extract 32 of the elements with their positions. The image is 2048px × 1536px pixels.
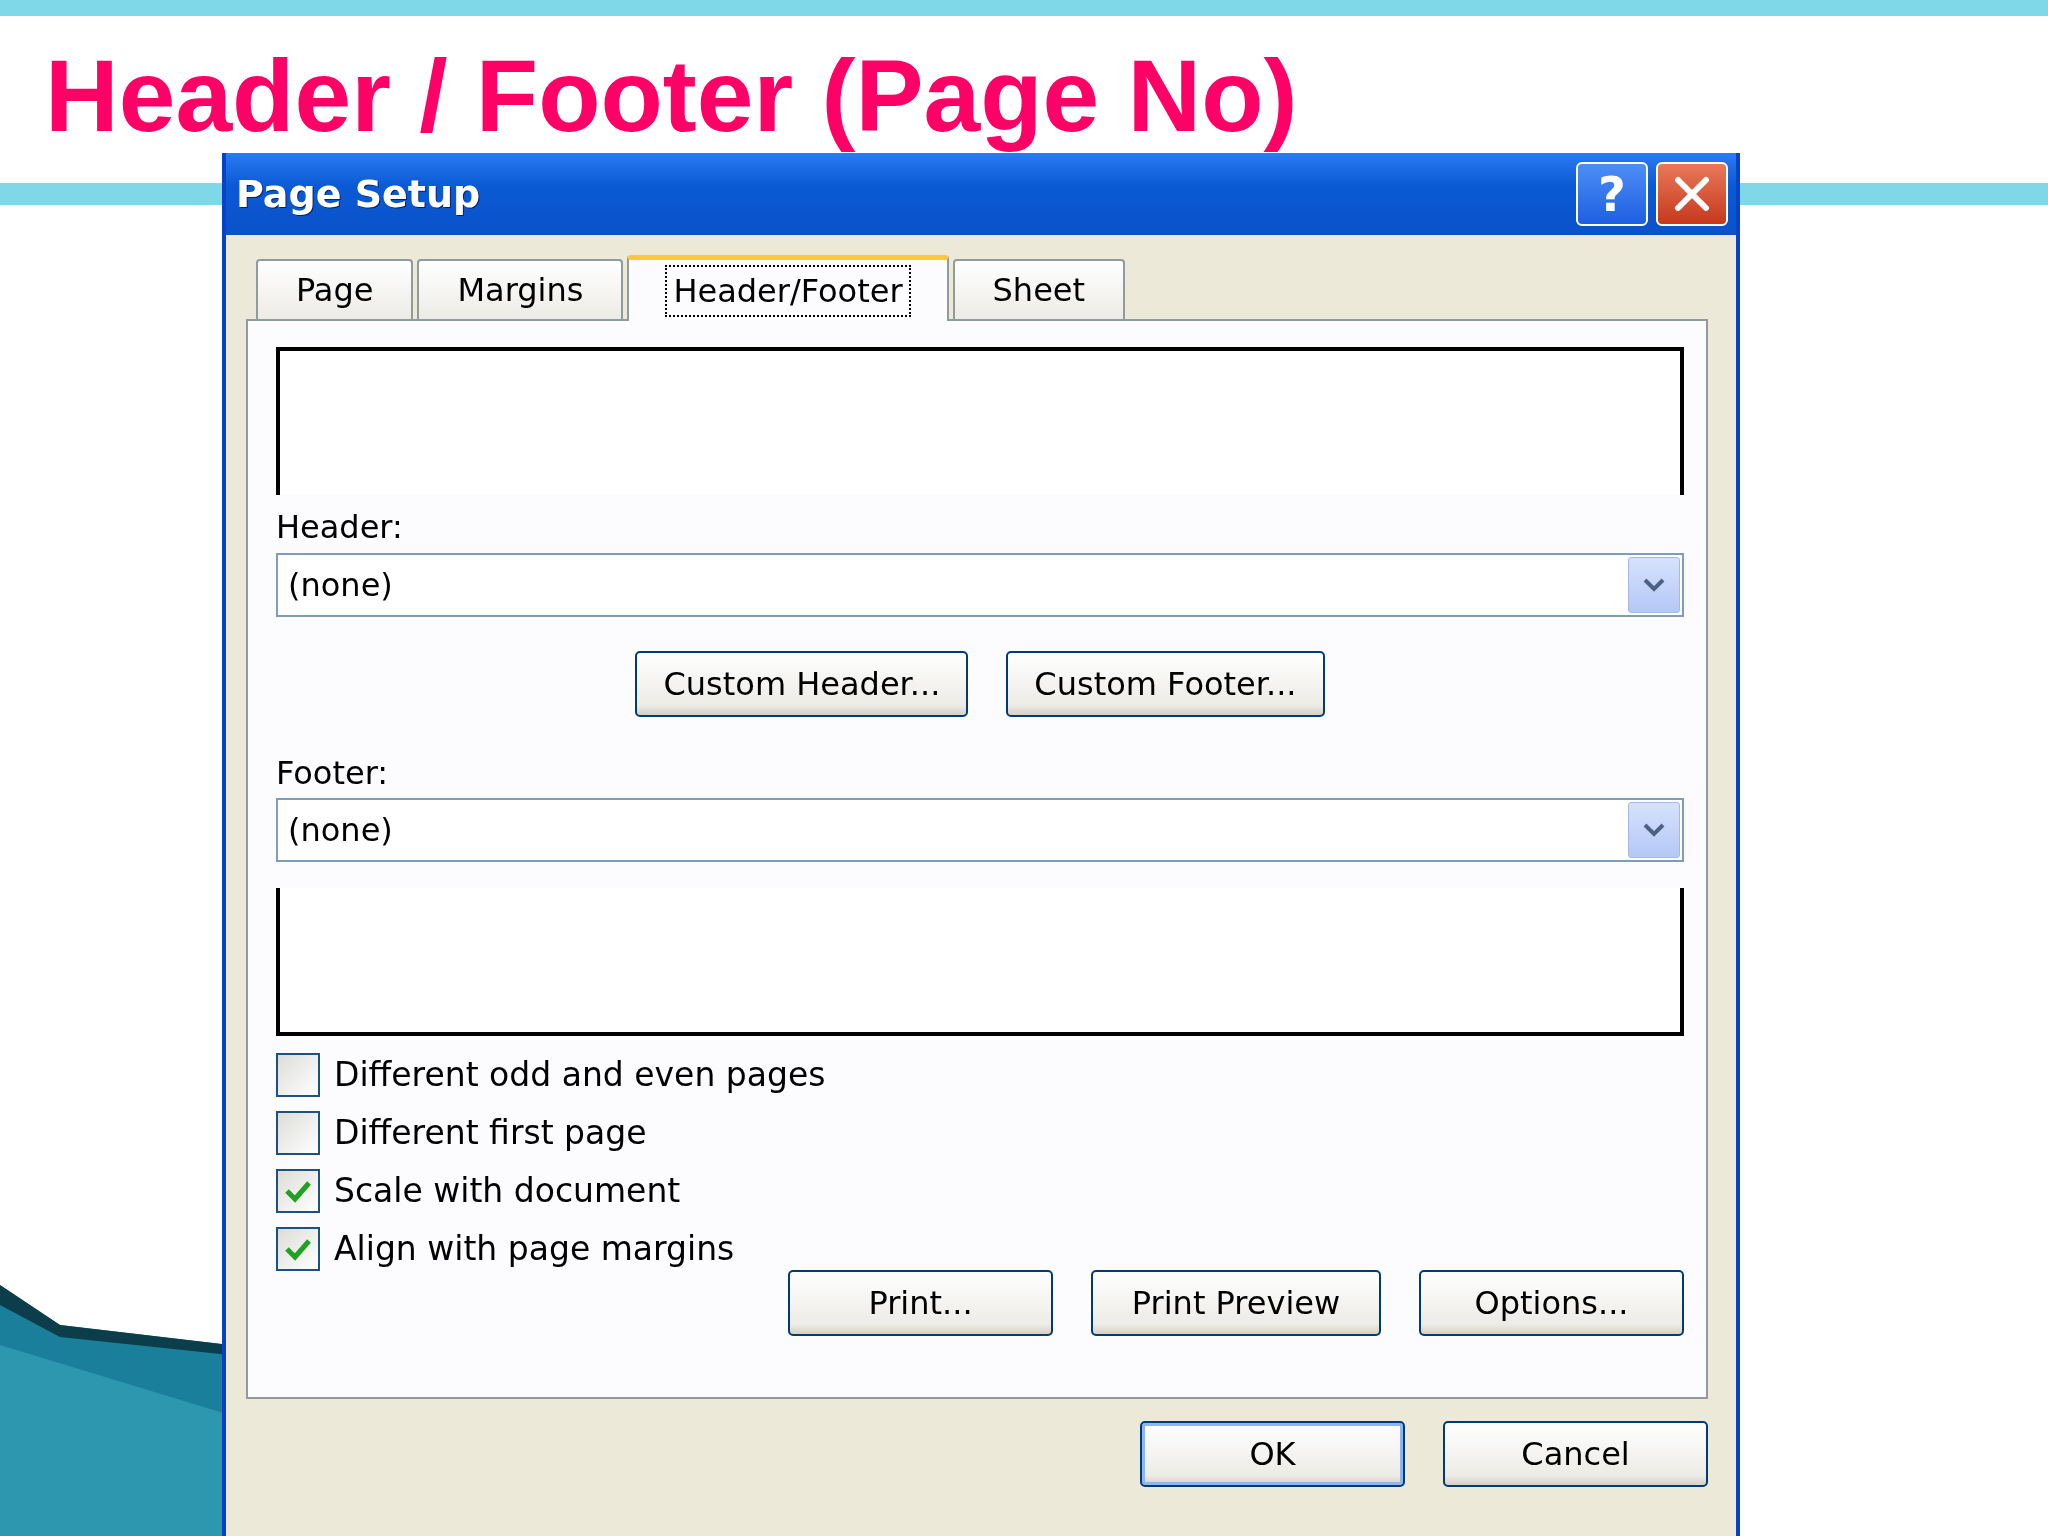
checkbox[interactable] [276,1111,320,1156]
chevron-down-icon [1642,576,1666,593]
dialog-button[interactable]: Cancel [1443,1421,1708,1487]
footer-dropdown[interactable]: (none) [276,798,1684,863]
checkbox-label: Different first page [334,1112,647,1155]
custom-button[interactable]: Custom Header... [635,650,969,717]
action-button[interactable]: Print... [788,1270,1053,1337]
checkbox-label: Scale with document [334,1170,681,1213]
checkmark-icon [284,1179,312,1204]
tab[interactable]: Header/Footer [627,255,949,321]
chevron-down-icon [1642,822,1666,839]
tab[interactable]: Sheet [952,259,1126,319]
checkbox-label: Different odd and even pages [334,1054,826,1097]
tab[interactable]: Margins [417,259,624,319]
slide-title: Header / Footer (Page No) [45,40,1298,153]
header-dropdown[interactable]: (none) [276,552,1684,617]
action-button[interactable]: Options... [1419,1270,1684,1337]
custom-button[interactable]: Custom Footer... [1006,650,1325,717]
help-button[interactable]: ? [1576,162,1648,226]
tab[interactable]: Page [256,259,414,319]
close-button[interactable] [1656,162,1728,226]
checkbox[interactable] [276,1227,320,1272]
checkbox[interactable] [276,1053,320,1098]
window-title: Page Setup [236,170,482,218]
action-button[interactable]: Print Preview [1091,1270,1381,1337]
checkmark-icon [284,1237,312,1262]
footer-label: Footer: [276,752,390,794]
checkbox[interactable] [276,1169,320,1214]
dialog-button[interactable]: OK [1140,1421,1405,1487]
close-icon [1674,176,1710,212]
checkbox-label: Align with page margins [334,1228,735,1271]
header-label: Header: [276,507,404,548]
